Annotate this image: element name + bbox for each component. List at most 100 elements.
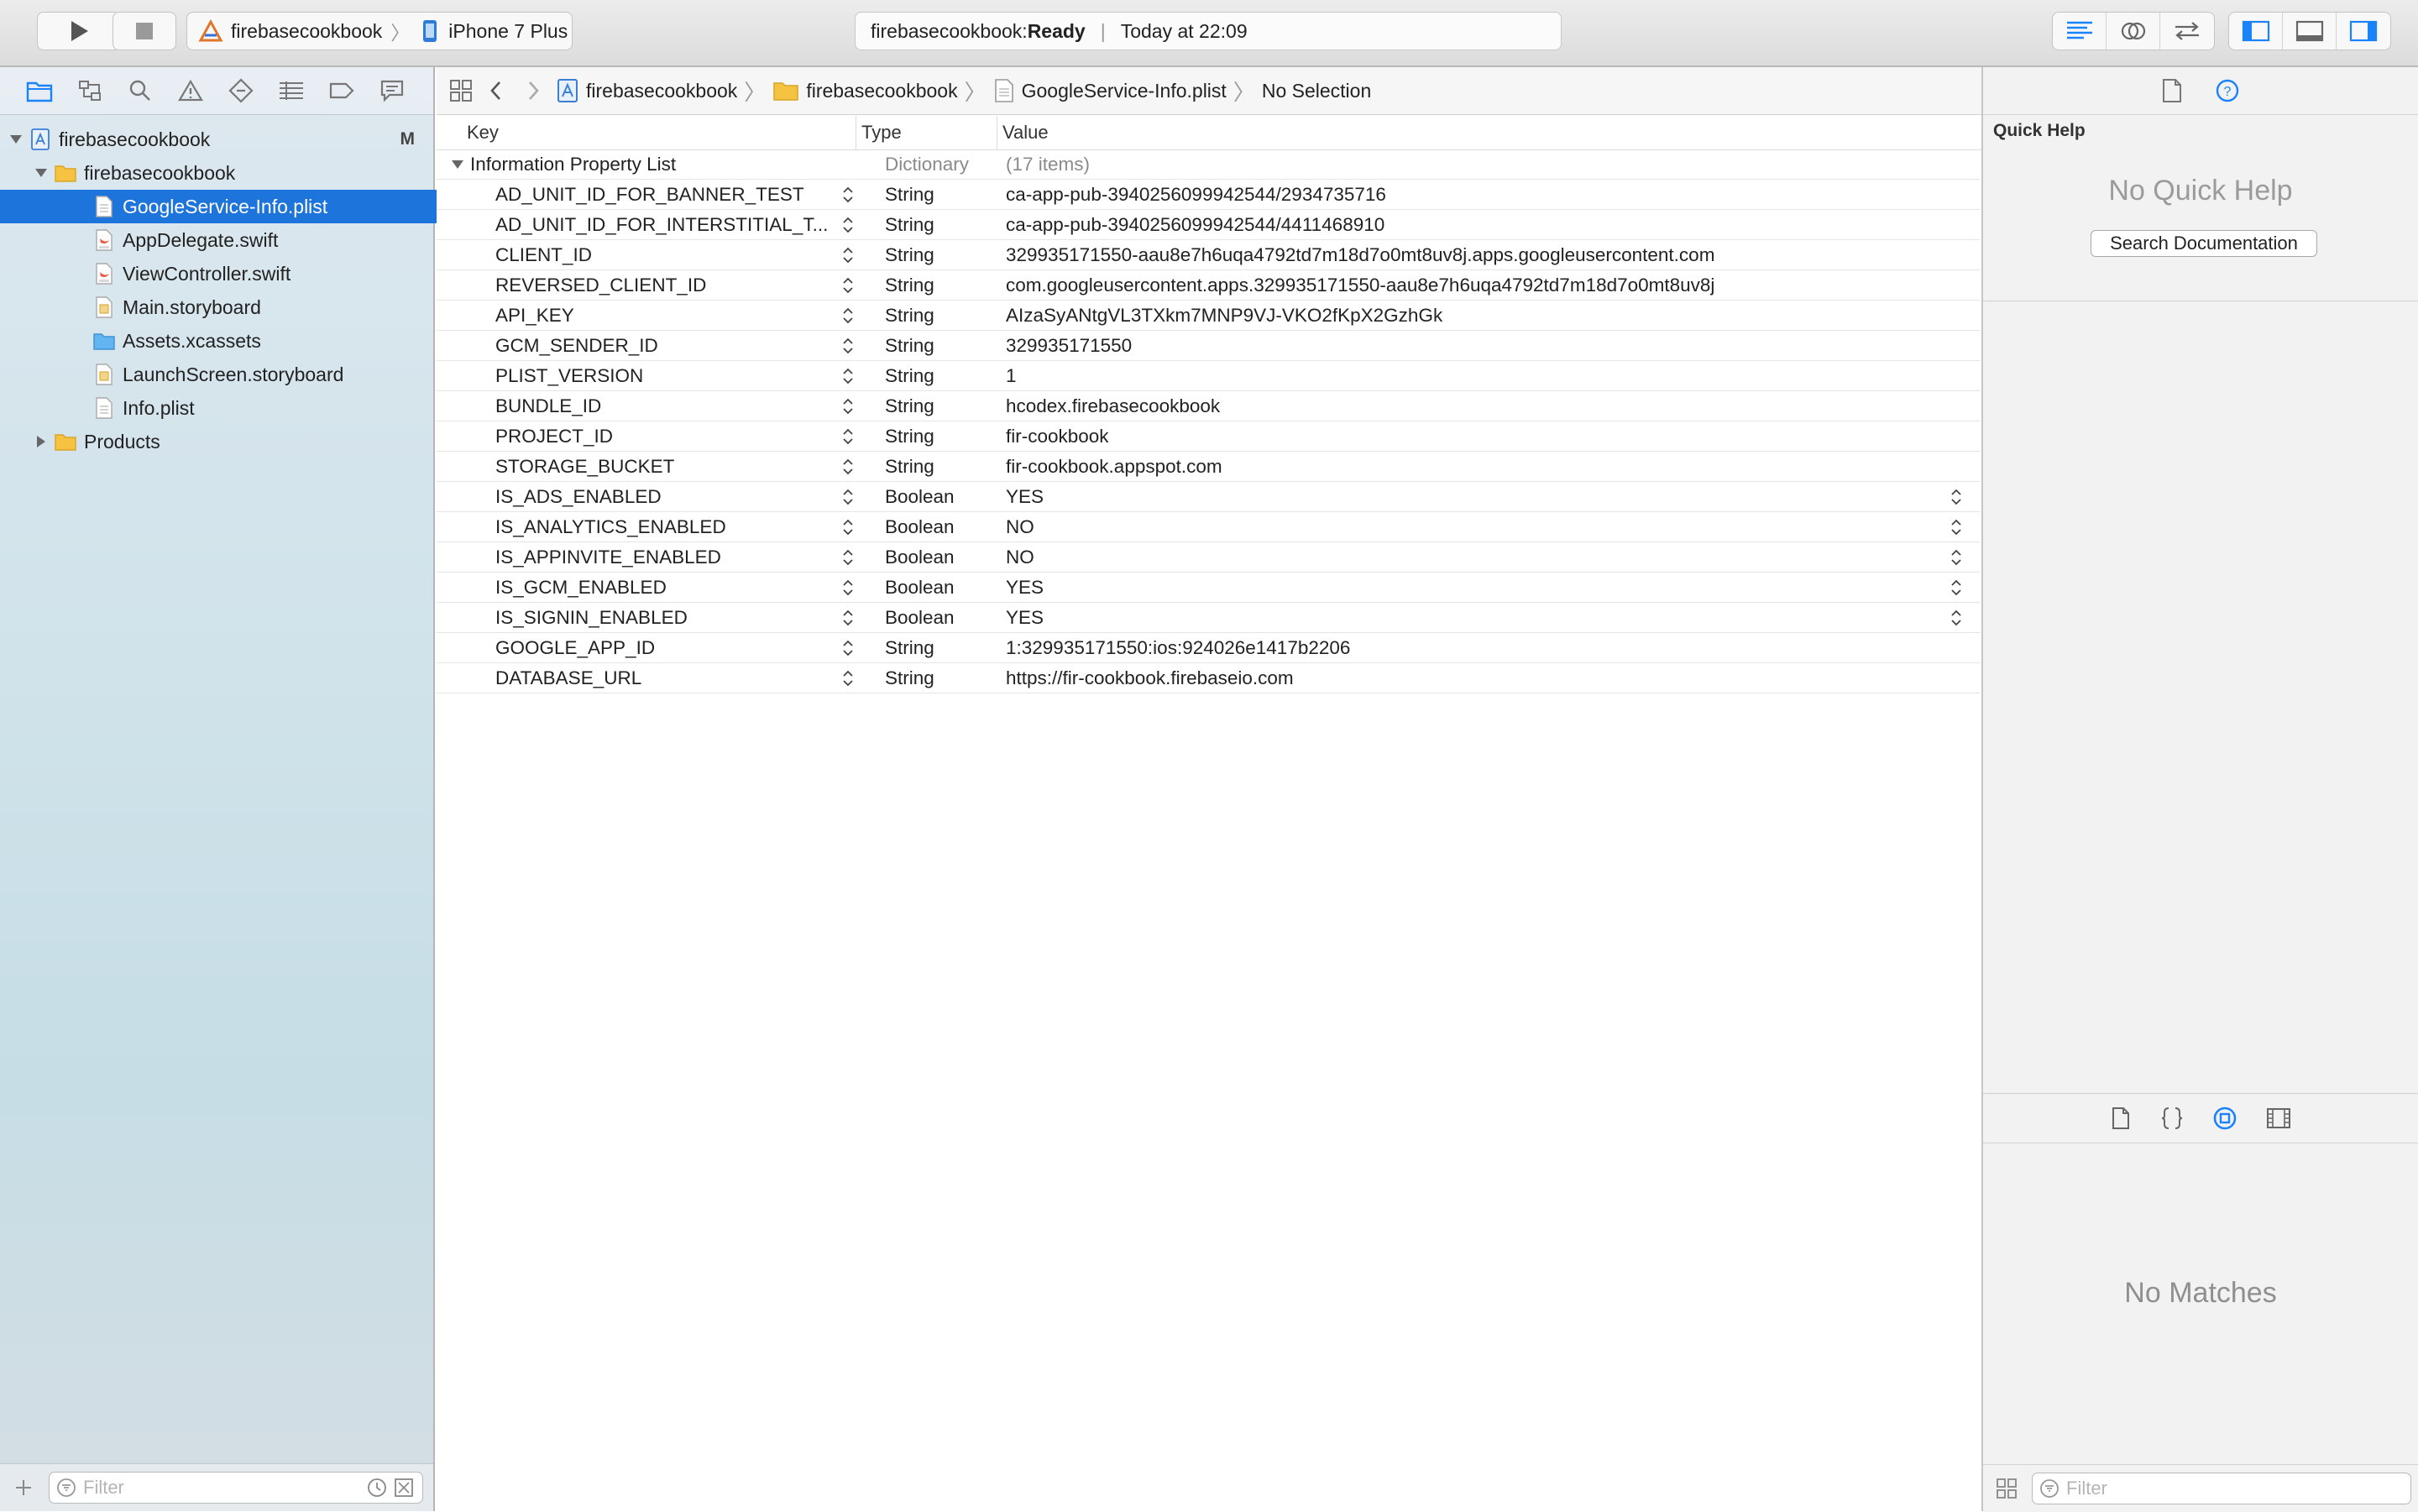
- plist-row[interactable]: IS_SIGNIN_ENABLED Boolean YES: [437, 603, 1980, 633]
- plist-row[interactable]: GCM_SENDER_ID String 329935171550: [437, 331, 1980, 361]
- tree-item[interactable]: GoogleService-Info.plistA: [0, 190, 490, 223]
- standard-editor-button[interactable]: [2053, 13, 2107, 50]
- plist-type[interactable]: Boolean: [865, 547, 997, 568]
- toggle-inspector-button[interactable]: [2337, 13, 2390, 50]
- plist-key[interactable]: AD_UNIT_ID_FOR_BANNER_TEST: [437, 184, 831, 206]
- plist-value[interactable]: YES: [997, 577, 1939, 599]
- plist-row[interactable]: REVERSED_CLIENT_ID String com.googleuserco…: [437, 270, 1980, 301]
- disclosure-closed-icon[interactable]: [33, 433, 50, 450]
- issue-navigator-tab[interactable]: [176, 77, 204, 105]
- disclosure-open-icon[interactable]: [33, 165, 50, 181]
- tree-item[interactable]: Assets.xcassets: [0, 324, 490, 358]
- plist-type[interactable]: String: [865, 214, 997, 236]
- plist-root-row[interactable]: Information Property List Dictionary (17…: [437, 149, 1980, 180]
- breadcrumb-file[interactable]: GoogleService-Info.plist: [993, 78, 1227, 103]
- plist-key[interactable]: IS_GCM_ENABLED: [437, 577, 831, 599]
- plist-row[interactable]: API_KEY String AIzaSyANtgVL3TXkm7MNP9VJ-VK…: [437, 301, 1980, 331]
- plist-row[interactable]: STORAGE_BUCKET String fir-cookbook.appspot…: [437, 452, 1980, 482]
- type-stepper-icon[interactable]: [841, 578, 855, 598]
- breadcrumb-project[interactable]: firebasecookbook: [556, 78, 737, 103]
- plist-value[interactable]: 1:329935171550:ios:924026e1417b2206: [997, 637, 1980, 659]
- test-navigator-tab[interactable]: [227, 77, 254, 105]
- plist-type[interactable]: Boolean: [865, 607, 997, 629]
- run-button[interactable]: [37, 12, 121, 50]
- plist-value[interactable]: fir-cookbook: [997, 426, 1980, 447]
- plist-value[interactable]: ca-app-pub-3940256099942544/4411468910: [997, 214, 1980, 236]
- toggle-debug-area-button[interactable]: [2283, 13, 2337, 50]
- plist-row[interactable]: BUNDLE_ID String hcodex.firebasecookbook: [437, 391, 1980, 421]
- type-stepper-icon[interactable]: [841, 487, 855, 507]
- plist-value[interactable]: ca-app-pub-3940256099942544/2934735716: [997, 184, 1980, 206]
- plist-row[interactable]: AD_UNIT_ID_FOR_INTERSTITIAL_T... String ca…: [437, 210, 1980, 240]
- boolean-popup-icon[interactable]: [1950, 547, 1963, 568]
- report-navigator-tab[interactable]: [378, 77, 406, 105]
- plist-row[interactable]: IS_APPINVITE_ENABLED Boolean NO: [437, 542, 1980, 573]
- plist-type[interactable]: String: [865, 395, 997, 417]
- plist-key[interactable]: DATABASE_URL: [437, 667, 831, 689]
- code-snippet-icon[interactable]: [2160, 1106, 2184, 1131]
- file-inspector-icon[interactable]: [2161, 78, 2183, 103]
- plist-type[interactable]: String: [865, 637, 997, 659]
- key-column-header[interactable]: Key: [437, 116, 856, 149]
- plist-row[interactable]: IS_GCM_ENABLED Boolean YES: [437, 573, 1980, 603]
- file-template-icon[interactable]: [2110, 1106, 2132, 1131]
- plist-type[interactable]: String: [865, 244, 997, 266]
- type-stepper-icon[interactable]: [841, 366, 855, 386]
- object-library-icon[interactable]: [2212, 1106, 2237, 1131]
- type-stepper-icon[interactable]: [841, 547, 855, 568]
- plist-row[interactable]: CLIENT_ID String 329935171550-aau8e7h6uqa4…: [437, 240, 1980, 270]
- plist-value[interactable]: YES: [997, 607, 1939, 629]
- plist-key[interactable]: PLIST_VERSION: [437, 365, 831, 387]
- plist-value[interactable]: 329935171550: [997, 335, 1980, 357]
- plist-type[interactable]: Boolean: [865, 577, 997, 599]
- tree-item[interactable]: Info.plist: [0, 391, 490, 425]
- disclosure-open-icon[interactable]: [450, 157, 465, 172]
- source-control-filter-icon[interactable]: [394, 1478, 414, 1498]
- breadcrumb-selection[interactable]: No Selection: [1262, 80, 1371, 102]
- plist-key[interactable]: AD_UNIT_ID_FOR_INTERSTITIAL_T...: [437, 214, 831, 236]
- plist-value[interactable]: https://fir-cookbook.firebaseio.com: [997, 667, 1980, 689]
- type-stepper-icon[interactable]: [841, 396, 855, 416]
- plist-value[interactable]: hcodex.firebasecookbook: [997, 395, 1980, 417]
- boolean-popup-icon[interactable]: [1950, 578, 1963, 598]
- media-library-icon[interactable]: [2266, 1107, 2291, 1130]
- disclosure-open-icon[interactable]: [8, 131, 24, 148]
- plist-type[interactable]: String: [865, 365, 997, 387]
- tree-item[interactable]: ViewController.swift: [0, 257, 490, 290]
- assistant-editor-button[interactable]: [2107, 13, 2160, 50]
- plist-key[interactable]: IS_APPINVITE_ENABLED: [437, 547, 831, 568]
- plist-value[interactable]: AIzaSyANtgVL3TXkm7MNP9VJ-VKO2fKpX2GzhGk: [997, 305, 1980, 327]
- boolean-popup-icon[interactable]: [1950, 608, 1963, 628]
- type-stepper-icon[interactable]: [841, 185, 855, 205]
- plist-row[interactable]: IS_ANALYTICS_ENABLED Boolean NO: [437, 512, 1980, 542]
- plist-key[interactable]: REVERSED_CLIENT_ID: [437, 275, 831, 296]
- plist-type[interactable]: String: [865, 426, 997, 447]
- plist-type[interactable]: Boolean: [865, 486, 997, 508]
- plist-value[interactable]: 329935171550-aau8e7h6uqa4792td7m18d7o0mt…: [997, 244, 1980, 266]
- plist-row[interactable]: DATABASE_URL String https://fir-cookbook.f…: [437, 663, 1980, 693]
- plist-type[interactable]: String: [865, 184, 997, 206]
- symbol-navigator-tab[interactable]: [76, 77, 103, 105]
- recent-files-icon[interactable]: [367, 1478, 387, 1498]
- grid-view-icon[interactable]: [1995, 1477, 2018, 1500]
- quick-help-icon[interactable]: ?: [2215, 78, 2240, 103]
- boolean-popup-icon[interactable]: [1950, 487, 1963, 507]
- debug-navigator-tab[interactable]: [277, 77, 305, 105]
- scheme-selector[interactable]: firebasecookbook 〉 iPhone 7 Plus: [186, 12, 573, 50]
- plist-key[interactable]: IS_ANALYTICS_ENABLED: [437, 516, 831, 538]
- plist-value[interactable]: YES: [997, 486, 1939, 508]
- plist-row[interactable]: IS_ADS_ENABLED Boolean YES: [437, 482, 1980, 512]
- version-editor-button[interactable]: [2160, 13, 2214, 50]
- plist-value[interactable]: NO: [997, 516, 1939, 538]
- boolean-popup-icon[interactable]: [1950, 517, 1963, 537]
- plist-key[interactable]: GCM_SENDER_ID: [437, 335, 831, 357]
- breadcrumb-folder[interactable]: firebasecookbook: [772, 79, 958, 102]
- plist-value[interactable]: 1: [997, 365, 1980, 387]
- tree-item[interactable]: firebasecookbook M: [0, 123, 440, 156]
- plist-type[interactable]: Boolean: [865, 516, 997, 538]
- library-filter-input[interactable]: Filter: [2032, 1473, 2411, 1504]
- toggle-navigator-button[interactable]: [2229, 13, 2283, 50]
- tree-item[interactable]: firebasecookbook: [0, 156, 465, 190]
- tree-item[interactable]: Main.storyboard: [0, 290, 490, 324]
- plist-key[interactable]: IS_ADS_ENABLED: [437, 486, 831, 508]
